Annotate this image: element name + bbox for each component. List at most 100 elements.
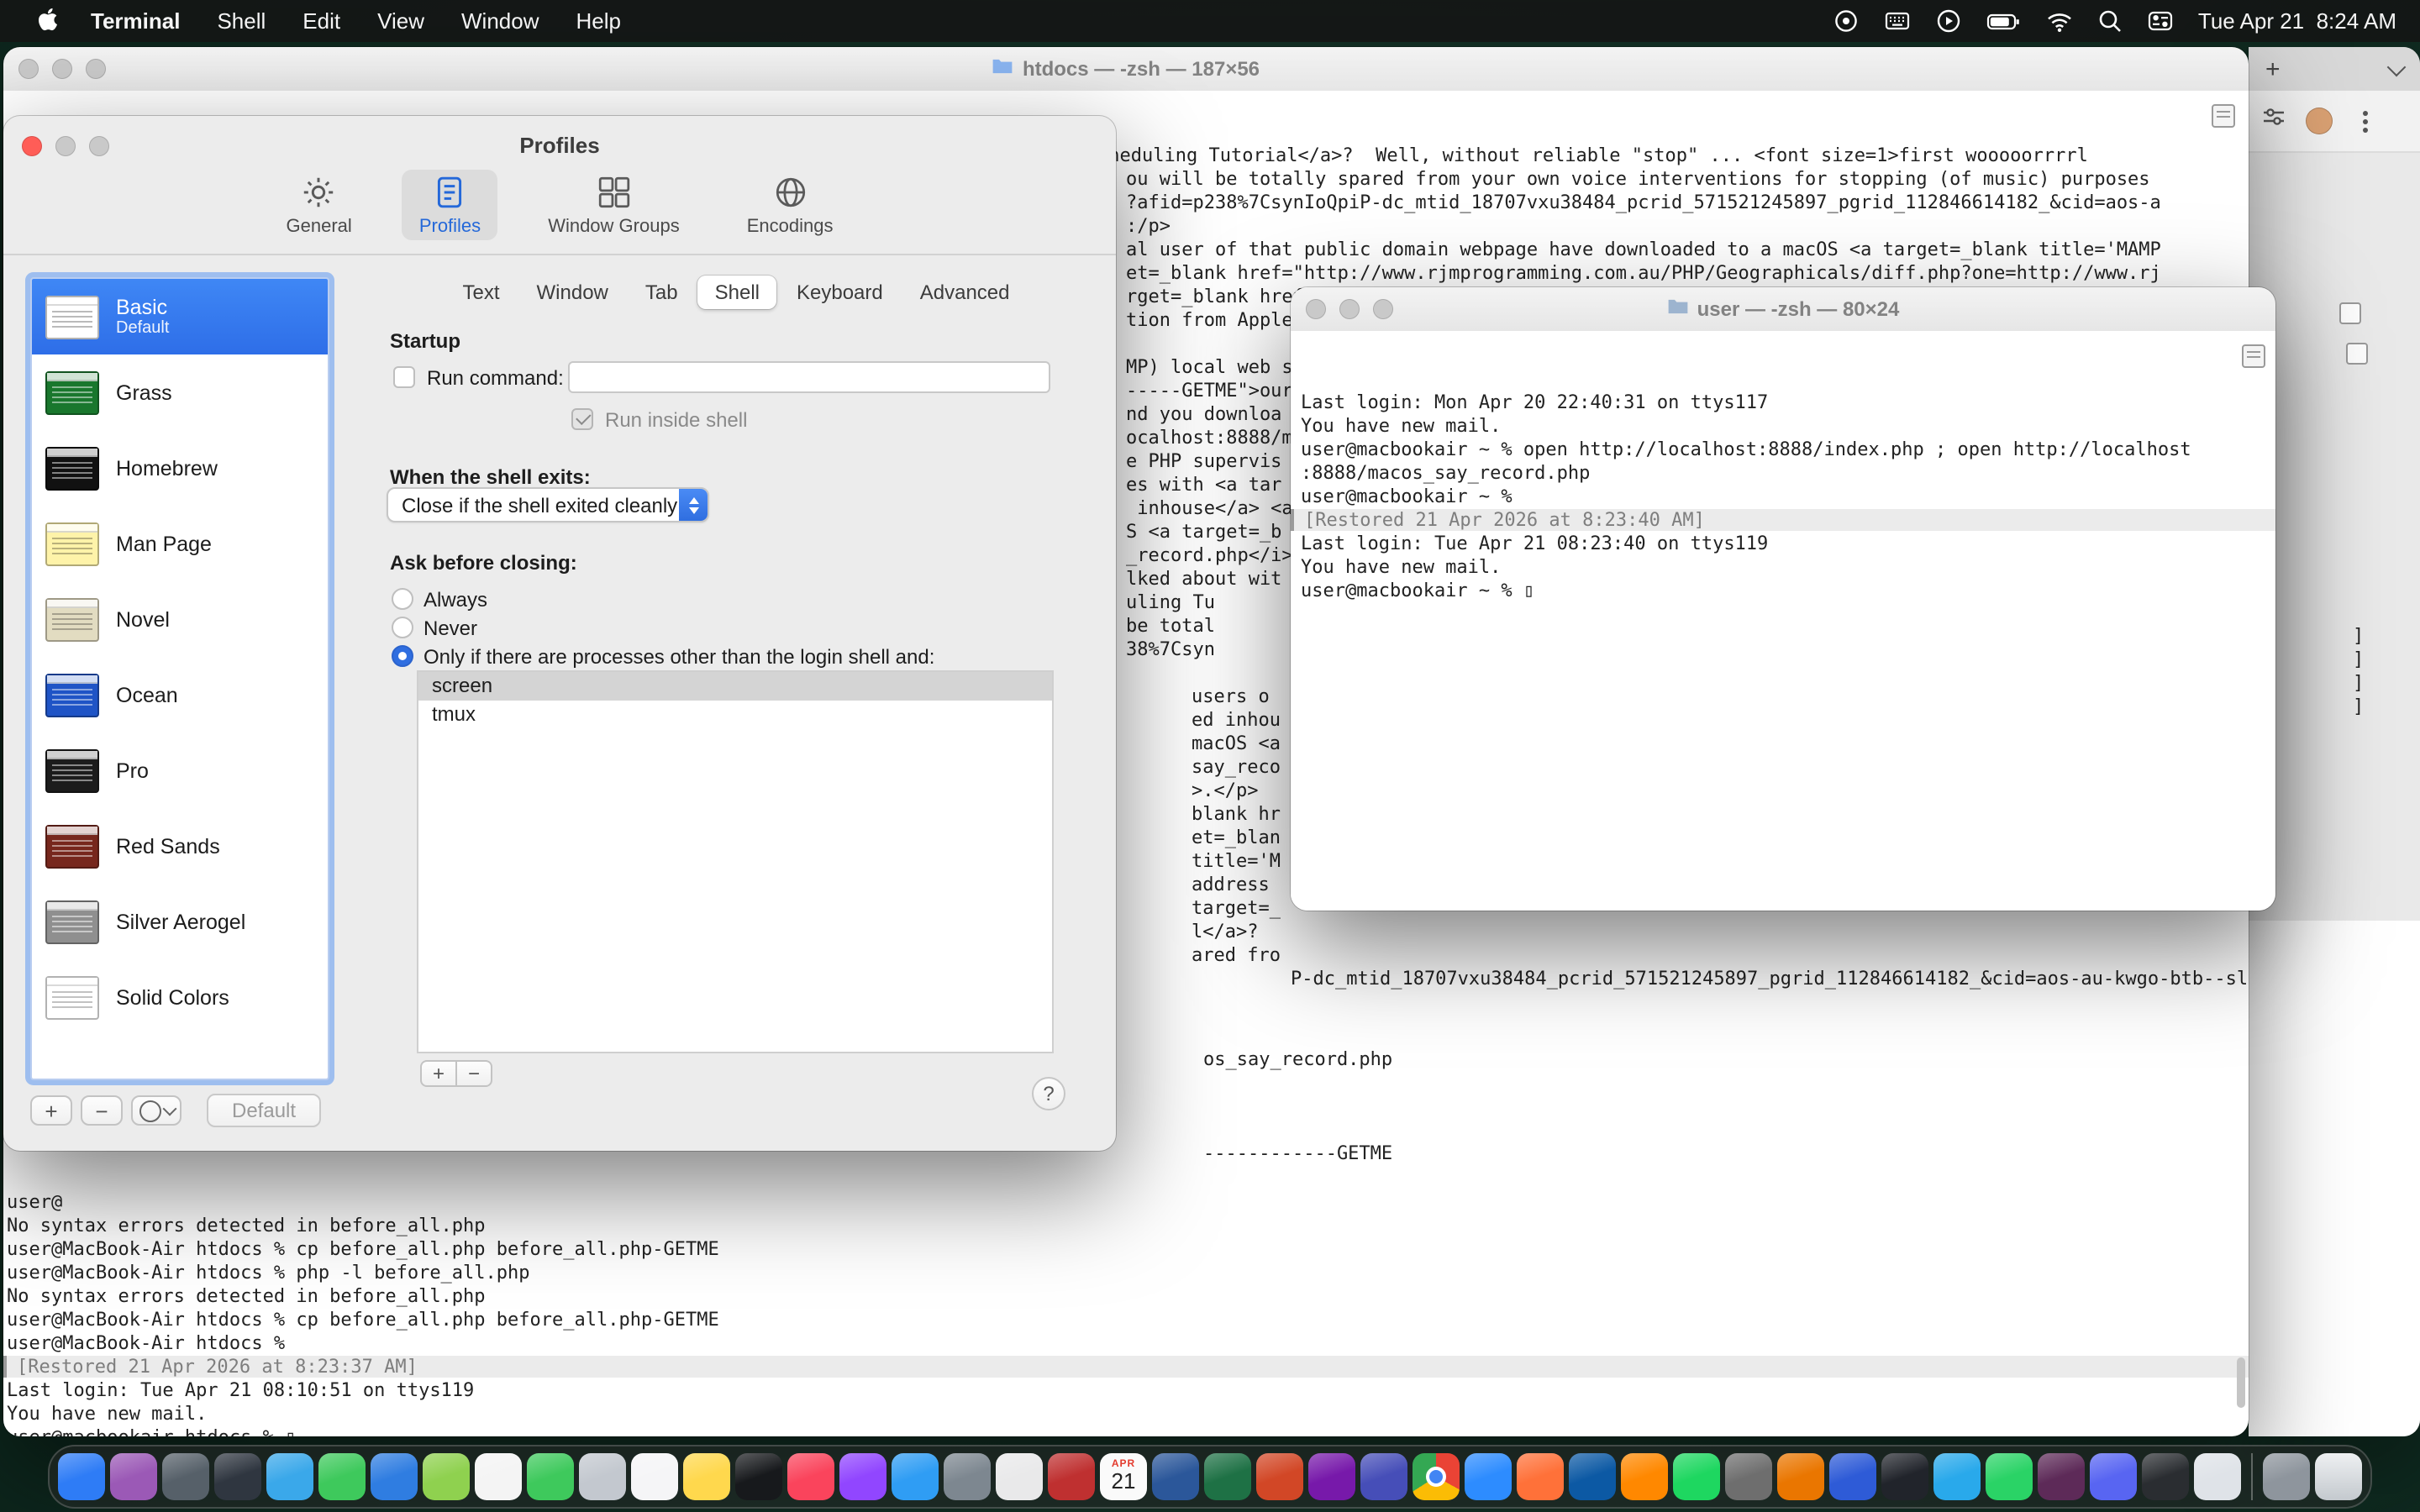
dock-icon-powerpoint[interactable] — [1256, 1453, 1303, 1500]
dock-icon-slack[interactable] — [2038, 1453, 2085, 1500]
chevron-down-icon[interactable] — [2387, 57, 2407, 76]
menubar-menu[interactable]: Shell — [198, 8, 284, 34]
dock-icon-photos[interactable] — [475, 1453, 522, 1500]
dock-icon-audacity[interactable] — [1829, 1453, 1876, 1500]
tab-keyboard[interactable]: Keyboard — [780, 276, 900, 309]
dock-icon-launchpad[interactable] — [162, 1453, 209, 1500]
add-profile-button[interactable]: + — [30, 1095, 72, 1126]
now-playing-icon[interactable] — [1936, 8, 1961, 34]
process-row-screen[interactable]: screen — [418, 672, 1052, 701]
control-center-icon[interactable] — [2148, 8, 2173, 34]
close-button[interactable] — [18, 59, 39, 79]
tab-window[interactable]: Window — [520, 276, 625, 309]
dock-icon-tv[interactable] — [735, 1453, 782, 1500]
avatar[interactable] — [2306, 108, 2333, 134]
radio-always[interactable] — [392, 588, 413, 610]
dock-icon-excel[interactable] — [1204, 1453, 1251, 1500]
menubar-menu[interactable]: View — [359, 8, 443, 34]
more-menu-icon[interactable] — [2363, 118, 2368, 123]
dock-icon-obs[interactable] — [1881, 1453, 1928, 1500]
minimize-button[interactable] — [52, 59, 72, 79]
dock-icon-downloads[interactable] — [2263, 1453, 2310, 1500]
menubar-clock[interactable]: Tue Apr 21 8:24 AM — [2198, 8, 2396, 34]
menubar-app-name[interactable]: Terminal — [72, 8, 198, 34]
help-button[interactable]: ? — [1032, 1077, 1065, 1110]
profile-row[interactable]: Grass — [32, 354, 328, 430]
dock-icon-telegram[interactable] — [1933, 1453, 1981, 1500]
filter-icon[interactable] — [2262, 106, 2286, 136]
dock-icon-firefox[interactable] — [1517, 1453, 1564, 1500]
dock-icon-zoom[interactable] — [1465, 1453, 1512, 1500]
dock-icon-app-store[interactable] — [892, 1453, 939, 1500]
shell-exits-dropdown[interactable]: Close if the shell exited cleanly — [387, 487, 709, 522]
set-default-button[interactable]: Default — [207, 1094, 321, 1127]
profile-row[interactable]: Red Sands — [32, 808, 328, 884]
dock-icon-chrome[interactable] — [1413, 1453, 1460, 1500]
tab-tab[interactable]: Tab — [629, 276, 695, 309]
user-terminal-titlebar[interactable]: user — -zsh — 80×24 — [1291, 287, 2275, 333]
toolbar-item-encodings[interactable]: Encodings — [730, 170, 850, 240]
battery-icon[interactable] — [1986, 8, 2022, 34]
profile-row[interactable]: Ocean — [32, 657, 328, 732]
dock-icon-siri[interactable] — [110, 1453, 157, 1500]
toolbar-item-window-groups[interactable]: Window Groups — [531, 170, 697, 240]
dock-icon-vlc[interactable] — [1621, 1453, 1668, 1500]
menubar-menu[interactable]: Window — [443, 8, 558, 34]
process-row-tmux[interactable]: tmux — [418, 701, 1052, 729]
radio-only-if-processes[interactable] — [392, 645, 413, 667]
profile-row[interactable]: Pro — [32, 732, 328, 808]
dock-icon-facetime[interactable] — [527, 1453, 574, 1500]
dock-icon-filezilla[interactable] — [1048, 1453, 1095, 1500]
spotlight-search-icon[interactable] — [2097, 8, 2123, 34]
dock-icon-discord[interactable] — [2090, 1453, 2137, 1500]
dock-icon-maps[interactable] — [423, 1453, 470, 1500]
dock-icon-word[interactable] — [1152, 1453, 1199, 1500]
dock-icon-notes[interactable] — [683, 1453, 730, 1500]
radio-never[interactable] — [392, 617, 413, 638]
dock-icon-safari[interactable] — [266, 1453, 313, 1500]
run-command-checkbox[interactable] — [393, 366, 415, 388]
dock-icon-podcasts[interactable] — [839, 1453, 886, 1500]
wifi-icon[interactable] — [2047, 9, 2072, 33]
profile-row[interactable]: Homebrew — [32, 430, 328, 506]
dock-icon-mission-control[interactable] — [214, 1453, 261, 1500]
scrollbar-thumb[interactable] — [2237, 1357, 2245, 1408]
profile-row[interactable]: Solid Colors — [32, 959, 328, 1035]
dock-icon-terminal[interactable] — [2142, 1453, 2189, 1500]
dock-icon-contacts[interactable] — [579, 1453, 626, 1500]
main-terminal-titlebar[interactable]: htdocs — -zsh — 187×56 — [3, 47, 2249, 92]
profile-row[interactable]: Novel — [32, 581, 328, 657]
dock-icon-messages[interactable] — [318, 1453, 366, 1500]
dock-icon-edge[interactable] — [1569, 1453, 1616, 1500]
profile-action-menu-button[interactable] — [131, 1095, 182, 1126]
toolbar-item-profiles[interactable]: Profiles — [402, 170, 497, 240]
run-command-field[interactable] — [568, 361, 1050, 393]
toolbar-item-general[interactable]: General — [270, 170, 369, 240]
dock-icon-gimp[interactable] — [1725, 1453, 1772, 1500]
profile-row[interactable]: Silver Aerogel — [32, 884, 328, 959]
run-inside-shell-checkbox[interactable] — [571, 408, 593, 430]
close-button[interactable] — [1306, 299, 1326, 319]
dock-icon-onenote[interactable] — [1308, 1453, 1355, 1500]
zoom-button[interactable] — [1373, 299, 1393, 319]
profile-row[interactable]: Basic Default — [32, 279, 328, 354]
dock-icon-textedit[interactable] — [996, 1453, 1043, 1500]
remove-process-button[interactable]: − — [455, 1060, 492, 1087]
dock-icon-blender[interactable] — [1777, 1453, 1824, 1500]
tab-shell[interactable]: Shell — [698, 276, 776, 309]
dock-icon-system-settings[interactable] — [944, 1453, 991, 1500]
new-tab-button[interactable]: + — [2265, 56, 2281, 81]
status-app-icon[interactable] — [1833, 8, 1859, 34]
dock-icon-activity-monitor[interactable] — [2194, 1453, 2241, 1500]
dock-icon-finder[interactable] — [58, 1453, 105, 1500]
dock-icon-calendar[interactable]: APR 21 — [1100, 1453, 1147, 1500]
tab-advanced[interactable]: Advanced — [903, 276, 1027, 309]
menubar-menu[interactable]: Edit — [284, 8, 359, 34]
profile-row[interactable]: Man Page — [32, 506, 328, 581]
add-process-button[interactable]: + — [420, 1060, 457, 1087]
tab-text[interactable]: Text — [446, 276, 517, 309]
menubar-menu[interactable]: Help — [558, 8, 640, 34]
dock-icon-mail[interactable] — [371, 1453, 418, 1500]
apple-menu[interactable] — [24, 6, 72, 36]
dock-icon-music[interactable] — [787, 1453, 834, 1500]
